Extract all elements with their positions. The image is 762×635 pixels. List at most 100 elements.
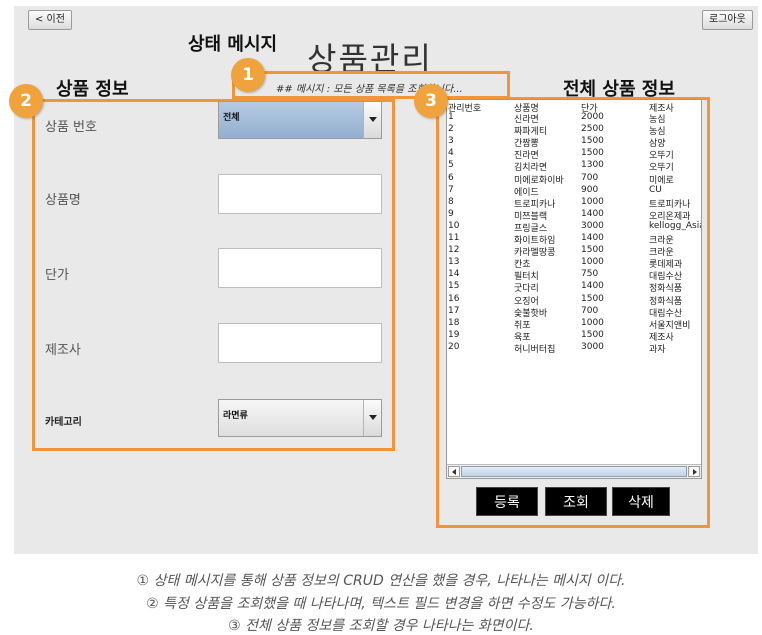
- table-row[interactable]: 1 신라면 2000 농심: [447, 112, 701, 125]
- cell-maker: 과자: [649, 344, 666, 355]
- cell-id: 9: [448, 208, 454, 219]
- cell-maker: 서울지앤비: [649, 320, 691, 331]
- maker-input[interactable]: [218, 323, 382, 363]
- cell-name: 숯불핫바: [514, 308, 548, 319]
- table-row[interactable]: 6 미에로화이바 700 미에로: [447, 173, 701, 186]
- product-list[interactable]: 관리번호 상품명 단가 제조사 1 신라면 2000 농심 2 짜파게티 2500 농심 3 간짬…: [446, 99, 702, 479]
- cell-maker: 대림수산: [649, 272, 683, 283]
- cell-id: 4: [448, 148, 454, 159]
- logout-button[interactable]: 로그아웃: [702, 10, 753, 30]
- cell-name: 오징어: [514, 296, 539, 307]
- cell-id: 19: [448, 329, 460, 340]
- price-label: 단가: [45, 268, 69, 283]
- cell-id: 14: [448, 269, 460, 280]
- cell-id: 17: [448, 305, 460, 316]
- cell-price: 1400: [581, 233, 604, 243]
- product-no-combo[interactable]: 전체: [218, 101, 382, 139]
- table-row[interactable]: 12 카라멜땅콩 1500 크라운: [447, 245, 701, 259]
- cell-price: 2500: [581, 124, 604, 135]
- cell-id: 10: [448, 220, 460, 231]
- cell-maker: 롯데제과: [649, 260, 683, 271]
- cell-name: 김치라면: [514, 163, 548, 174]
- cell-name: 화이트하임: [514, 236, 556, 246]
- cell-name: 간짬뽕: [514, 139, 539, 150]
- cell-name: 칸쵸: [514, 260, 531, 271]
- table-row[interactable]: 13 칸쵸 1000 롯데제과: [447, 257, 701, 271]
- table-row[interactable]: 10 프링글스 3000 kellogg_Asia: [447, 220, 702, 234]
- cell-id: 15: [448, 281, 460, 292]
- scroll-left-icon[interactable]: [448, 466, 460, 477]
- cell-id: 18: [448, 317, 460, 328]
- cell-name: 짜파게티: [514, 127, 548, 138]
- table-row[interactable]: 11 화이트하임 1400 크라운: [447, 233, 701, 246]
- table-row[interactable]: 16 오징어 1500 정화식품: [447, 293, 701, 307]
- badge-2: 2: [9, 84, 43, 118]
- cell-price: 1400: [581, 208, 604, 219]
- cell-maker: 정화식품: [649, 296, 683, 307]
- cell-name: 쥐포: [514, 320, 531, 331]
- table-row[interactable]: 8 트로피카나 1000 트로피카나: [447, 196, 701, 210]
- cell-name: 미쯔블랙: [514, 211, 548, 222]
- cell-price: 1000: [581, 257, 604, 268]
- cell-price: 1300: [581, 160, 604, 171]
- cell-name: 카라멜땅콩: [514, 248, 556, 259]
- cell-id: 1: [448, 112, 454, 122]
- category-value: 라면류: [223, 411, 248, 421]
- cell-name: 필터치: [514, 272, 539, 283]
- table-row[interactable]: 15 굿다리 1400 정화식품: [447, 281, 701, 294]
- cell-maker: 삼양: [649, 139, 666, 150]
- table-row[interactable]: 3 간짬뽕 1500 삼양: [447, 136, 701, 150]
- cell-price: 1000: [581, 317, 604, 328]
- cell-name: 프링글스: [514, 223, 548, 234]
- cell-name: 육포: [514, 332, 531, 343]
- badge-1: 1: [231, 58, 265, 92]
- cell-name: 신라면: [514, 115, 539, 125]
- table-row[interactable]: 9 미쯔블랙 1400 오리온제과: [447, 208, 701, 222]
- cell-maker: kellogg_Asia: [649, 220, 702, 231]
- cell-price: 1500: [581, 329, 604, 340]
- cell-id: 8: [448, 196, 454, 207]
- cell-name: 트로피카나: [514, 199, 556, 210]
- table-row[interactable]: 14 필터치 750 대림수산: [447, 269, 701, 283]
- cell-price: 3000: [581, 341, 604, 352]
- cell-maker: 오리온제과: [649, 211, 691, 222]
- cell-maker: 대림수산: [649, 308, 683, 319]
- cell-maker: 크라운: [649, 236, 674, 246]
- cell-maker: CU: [649, 184, 662, 195]
- cell-price: 700: [581, 305, 599, 316]
- product-name-input[interactable]: [218, 174, 382, 214]
- scroll-thumb[interactable]: [461, 466, 687, 477]
- table-row[interactable]: 17 숯불핫바 700 대림수산: [447, 305, 701, 319]
- scroll-right-icon[interactable]: [688, 466, 700, 477]
- select-button[interactable]: 조회: [545, 487, 607, 516]
- cell-maker: 미에로: [649, 175, 674, 186]
- cell-price: 900: [581, 184, 599, 195]
- chevron-down-icon[interactable]: [363, 102, 381, 138]
- product-name-label: 상품명: [45, 193, 81, 208]
- cell-price: 2000: [581, 112, 604, 122]
- cell-price: 1500: [581, 293, 604, 304]
- cell-id: 2: [448, 124, 454, 135]
- table-row[interactable]: 2 짜파게티 2500 농심: [447, 124, 701, 138]
- table-row[interactable]: 18 쥐포 1000 서울지앤비: [447, 317, 701, 331]
- chevron-down-icon[interactable]: [363, 400, 381, 436]
- cell-price: 1500: [581, 245, 604, 256]
- cell-id: 7: [448, 184, 454, 195]
- table-row[interactable]: 20 허니버터칩 3000 과자: [447, 341, 701, 355]
- caption-3: ③ 전체 상품 정보를 조회할 경우 나타나는 화면이다.: [228, 618, 534, 634]
- table-row[interactable]: 4 진라면 1500 오뚜기: [447, 148, 701, 161]
- cell-price: 3000: [581, 220, 604, 231]
- table-row[interactable]: 5 김치라면 1300 오뚜기: [447, 160, 701, 174]
- back-button[interactable]: < 이전: [28, 10, 72, 30]
- cell-name: 에이드: [514, 187, 539, 198]
- cell-price: 1400: [581, 281, 604, 292]
- category-combo[interactable]: 라면류: [218, 399, 382, 437]
- product-no-label: 상품 번호: [45, 120, 97, 135]
- table-row[interactable]: 7 에이드 900 CU: [447, 184, 701, 198]
- insert-button[interactable]: 등록: [476, 487, 538, 516]
- delete-button[interactable]: 삭제: [612, 487, 670, 516]
- table-row[interactable]: 19 육포 1500 제조사: [447, 329, 701, 343]
- cell-id: 13: [448, 257, 460, 268]
- horizontal-scrollbar[interactable]: [447, 464, 701, 478]
- price-input[interactable]: [218, 248, 382, 288]
